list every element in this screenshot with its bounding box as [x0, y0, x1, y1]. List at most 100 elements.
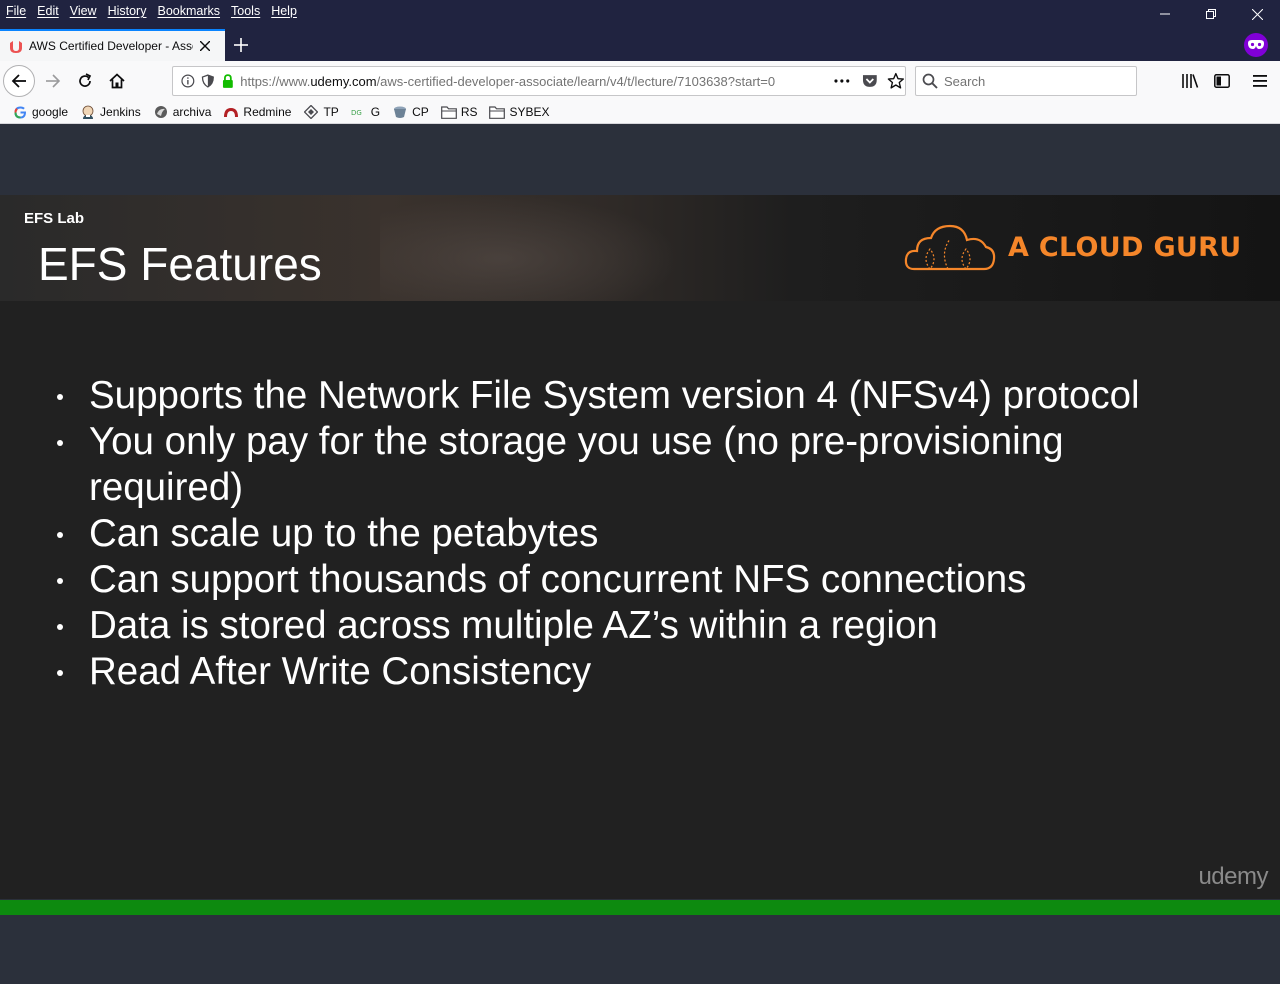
info-icon[interactable] — [181, 74, 195, 88]
search-input[interactable] — [944, 73, 1124, 89]
search-icon — [922, 73, 938, 89]
bullet-text: Data is stored across multiple AZ’s with… — [89, 604, 938, 647]
bookmark-label: RS — [460, 105, 478, 119]
menu-history[interactable]: History — [108, 4, 147, 18]
folder-icon — [440, 104, 457, 120]
restore-button[interactable] — [1188, 0, 1234, 28]
bookmark-label: TP — [323, 105, 339, 119]
bookmark-archiva[interactable]: archiva — [153, 102, 212, 122]
list-item: Can support thousands of concurrent NFS … — [55, 557, 1235, 603]
header-background-photo — [380, 195, 680, 301]
star-icon[interactable] — [887, 72, 905, 90]
reload-button[interactable] — [69, 65, 101, 97]
address-bar[interactable]: https://www.udemy.com/aws-certified-deve… — [172, 66, 906, 96]
bullet-text: Can scale up to the petabytes — [89, 512, 599, 555]
new-tab-button[interactable] — [230, 34, 252, 56]
plus-icon — [234, 38, 248, 52]
library-button[interactable] — [1174, 65, 1206, 97]
lock-icon[interactable] — [221, 74, 235, 88]
tp-icon — [303, 104, 319, 120]
url-text[interactable]: https://www.udemy.com/aws-certified-deve… — [240, 74, 806, 89]
restore-icon — [1206, 9, 1216, 19]
a-cloud-guru-logo: A CLOUD GURU — [904, 221, 1241, 273]
bullet-icon — [57, 440, 63, 446]
menu-help[interactable]: Help — [271, 4, 297, 18]
video-progress-bar[interactable] — [0, 900, 1280, 915]
logo-text: A CLOUD GURU — [1008, 231, 1242, 263]
bullet-icon — [57, 670, 63, 676]
page-actions-icon[interactable] — [834, 79, 850, 83]
archiva-icon — [153, 104, 169, 120]
bookmark-cp[interactable]: CP — [392, 102, 429, 122]
list-item: Read After Write Consistency — [55, 649, 1235, 695]
bullet-text: Supports the Network File System version… — [89, 374, 1140, 417]
minimize-icon — [1160, 13, 1170, 15]
bookmark-label: CP — [412, 105, 429, 119]
arrow-right-icon — [46, 74, 61, 88]
pocket-icon[interactable] — [862, 73, 878, 89]
reload-icon — [79, 73, 92, 87]
jenkins-icon — [80, 104, 96, 120]
close-icon — [200, 41, 210, 51]
g-icon: DG — [351, 104, 367, 120]
bullet-icon — [57, 624, 63, 630]
tab-close-button[interactable] — [197, 38, 213, 54]
sidebar-toggle-button[interactable] — [1206, 65, 1238, 97]
home-icon — [109, 73, 125, 89]
browser-tab[interactable]: AWS Certified Developer - Associate — [0, 29, 225, 61]
url-path: /aws-certified-developer-associate/learn… — [376, 73, 776, 89]
search-bar[interactable] — [915, 66, 1137, 96]
feature-list: Supports the Network File System version… — [55, 373, 1235, 695]
folder-icon — [489, 104, 506, 120]
lecture-slide[interactable]: EFS Lab EFS Features A CLOUD GURU Suppor… — [0, 195, 1280, 899]
bullet-icon — [57, 532, 63, 538]
menu-view[interactable]: View — [70, 4, 97, 18]
google-icon — [12, 104, 28, 120]
menu-bar: File Edit View History Bookmarks Tools H… — [0, 0, 308, 22]
udemy-favicon-icon — [10, 41, 22, 53]
udemy-watermark: udemy — [1198, 863, 1268, 890]
bookmark-google[interactable]: google — [12, 102, 68, 122]
arrow-left-icon — [11, 74, 26, 88]
bookmark-label: google — [32, 105, 69, 119]
page-content: EFS Lab EFS Features A CLOUD GURU Suppor… — [0, 125, 1280, 984]
menu-tools[interactable]: Tools — [231, 4, 260, 18]
menu-file[interactable]: File — [6, 4, 26, 18]
bullet-text: You only pay for the storage you use (no… — [89, 420, 1064, 509]
menu-bookmarks[interactable]: Bookmarks — [157, 4, 220, 18]
slide-title: EFS Features — [38, 238, 322, 290]
minimize-button[interactable] — [1142, 0, 1188, 28]
navigation-toolbar: https://www.udemy.com/aws-certified-deve… — [0, 61, 1280, 101]
list-item: Supports the Network File System version… — [55, 373, 1235, 419]
forward-button[interactable] — [37, 65, 69, 97]
home-button[interactable] — [101, 65, 133, 97]
list-item: You only pay for the storage you use (no… — [55, 419, 1115, 511]
bookmark-redmine[interactable]: Redmine — [223, 102, 291, 122]
section-label: EFS Lab — [24, 210, 85, 227]
menu-edit[interactable]: Edit — [37, 4, 59, 18]
back-button[interactable] — [3, 65, 35, 97]
list-item: Can scale up to the petabytes — [55, 511, 1235, 557]
tab-title: AWS Certified Developer - Associate — [29, 39, 193, 53]
list-item: Data is stored across multiple AZ’s with… — [55, 603, 1235, 649]
svg-text:DG: DG — [351, 109, 362, 117]
bullet-text: Can support thousands of concurrent NFS … — [89, 558, 1027, 601]
shield-icon[interactable] — [201, 74, 215, 88]
library-icon — [1182, 74, 1199, 88]
bookmark-rs[interactable]: RS — [440, 102, 478, 122]
slide-header: EFS Lab EFS Features A CLOUD GURU — [0, 195, 1280, 301]
bookmark-label: archiva — [172, 105, 212, 119]
bookmark-g[interactable]: DG G — [351, 102, 380, 122]
bookmark-tp[interactable]: TP — [303, 102, 339, 122]
bullet-text: Read After Write Consistency — [89, 650, 592, 693]
url-prefix: https://www. — [240, 73, 311, 89]
bookmark-jenkins[interactable]: Jenkins — [80, 102, 141, 122]
window-titlebar: File Edit View History Bookmarks Tools H… — [0, 0, 1280, 61]
close-icon — [1251, 8, 1263, 20]
bookmark-label: Redmine — [243, 105, 292, 119]
menu-button[interactable] — [1244, 65, 1276, 97]
bookmarks-toolbar: google Jenkins archiva Redmine TP DG G C… — [0, 101, 1280, 124]
cloud-icon — [904, 224, 996, 271]
bookmark-sybex[interactable]: SYBEX — [489, 102, 550, 122]
close-window-button[interactable] — [1234, 0, 1280, 28]
